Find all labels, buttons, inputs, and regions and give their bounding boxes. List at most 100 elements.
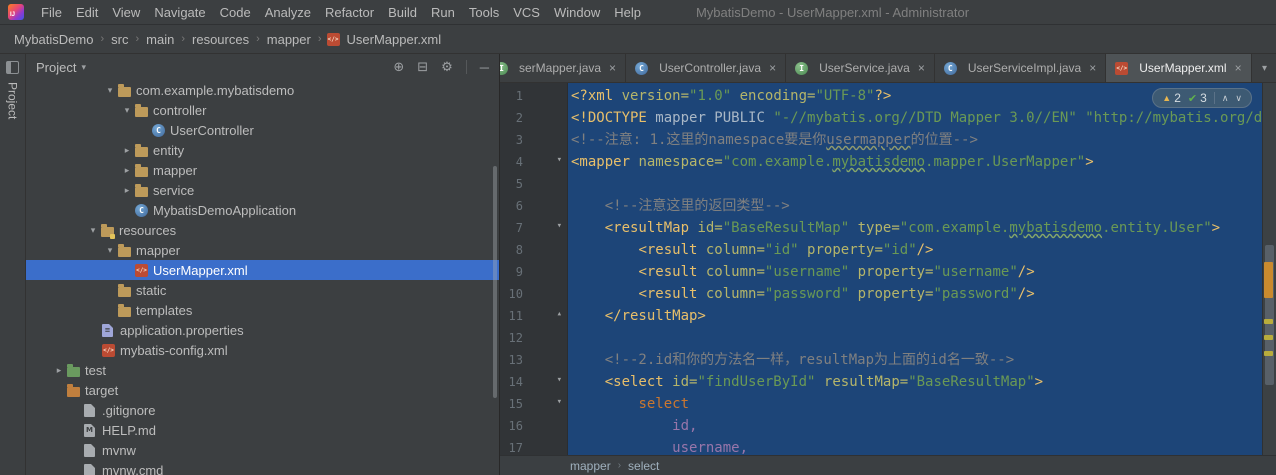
breadcrumb-separator-icon: › — [181, 33, 185, 45]
folder-icon — [118, 307, 131, 317]
tab-label: serMapper.java — [519, 61, 601, 75]
project-scrollbar[interactable] — [493, 166, 497, 398]
fold-up-icon[interactable]: ▴ — [557, 309, 562, 319]
menu-view[interactable]: View — [105, 2, 147, 23]
breadcrumb-item-main[interactable]: main — [144, 32, 176, 47]
tab-usermapper-xml[interactable]: </>UserMapper.xml× — [1106, 54, 1251, 82]
code-line[interactable]: <resultMap id="BaseResultMap" type="com.… — [571, 217, 1276, 239]
close-icon[interactable]: × — [1089, 61, 1096, 75]
chevron-right-icon[interactable]: ▸ — [119, 145, 135, 156]
warning-icon: ▲ — [1162, 93, 1171, 103]
tree-item-application-properties[interactable]: ≡application.properties — [26, 320, 499, 340]
tree-item-templates[interactable]: templates — [26, 300, 499, 320]
tab-usercontroller-java[interactable]: CUserController.java× — [626, 54, 786, 82]
close-icon[interactable]: × — [918, 61, 925, 75]
tree-item-mvnw-cmd[interactable]: mvnw.cmd — [26, 460, 499, 475]
hide-icon[interactable]: ─ — [480, 60, 489, 75]
next-issue-button[interactable]: ∨ — [1235, 93, 1242, 104]
tree-item-usercontroller[interactable]: CUserController — [26, 120, 499, 140]
tree-item-static[interactable]: static — [26, 280, 499, 300]
menu-edit[interactable]: Edit — [69, 2, 105, 23]
prev-issue-button[interactable]: ∧ — [1222, 93, 1229, 104]
tree-item-usermapper-xml[interactable]: </>UserMapper.xml — [26, 260, 499, 280]
tree-item-mvnw[interactable]: mvnw — [26, 440, 499, 460]
tree-item-entity[interactable]: ▸entity — [26, 140, 499, 160]
tree-item-mapper[interactable]: ▸mapper — [26, 160, 499, 180]
fold-down-icon[interactable]: ▾ — [557, 397, 562, 407]
tree-item-controller[interactable]: ▾controller — [26, 100, 499, 120]
code-line[interactable]: <!--注意: 1.这里的namespace要是你usermapper的位置--… — [571, 129, 1276, 151]
tree-item-mybatis-config-xml[interactable]: </>mybatis-config.xml — [26, 340, 499, 360]
breadcrumb-item-src[interactable]: src — [109, 32, 130, 47]
tab-userserviceimpl-java[interactable]: CUserServiceImpl.java× — [935, 54, 1106, 82]
close-icon[interactable]: × — [1235, 61, 1242, 75]
tab-list-dropdown-icon[interactable]: ▾ — [1253, 54, 1276, 82]
chevron-right-icon[interactable]: ▸ — [119, 165, 135, 176]
locate-icon[interactable]: ⊕ — [393, 59, 404, 75]
tab-sermapper-java[interactable]: IserMapper.java× — [500, 54, 626, 82]
error-stripe-scrollbar[interactable] — [1262, 83, 1276, 455]
fold-down-icon[interactable]: ▾ — [557, 155, 562, 165]
code-line[interactable]: <result column="username" property="user… — [571, 261, 1276, 283]
menu-help[interactable]: Help — [607, 2, 648, 23]
breadcrumb-item-usermapper-xml[interactable]: UserMapper.xml — [345, 32, 444, 47]
chevron-right-icon[interactable]: ▸ — [119, 185, 135, 196]
breadcrumb-item-resources[interactable]: resources — [190, 32, 251, 47]
code-line[interactable] — [571, 173, 1276, 195]
fold-down-icon[interactable]: ▾ — [557, 221, 562, 231]
code-line[interactable]: select — [571, 393, 1276, 415]
collapse-all-icon[interactable]: ⊟ — [417, 59, 428, 75]
menu-analyze[interactable]: Analyze — [258, 2, 318, 23]
code-line[interactable]: <select id="findUserById" resultMap="Bas… — [571, 371, 1276, 393]
code-line[interactable]: <!--2.id和你的方法名一样，resultMap为上面的id名一致--> — [571, 349, 1276, 371]
code-line[interactable]: </resultMap> — [571, 305, 1276, 327]
tree-item-com-example-mybatisdemo[interactable]: ▾com.example.mybatisdemo — [26, 80, 499, 100]
stripe-mark — [1264, 335, 1273, 340]
chevron-down-icon[interactable]: ▾ — [81, 62, 86, 73]
chevron-right-icon[interactable]: ▸ — [51, 365, 67, 376]
menu-code[interactable]: Code — [213, 2, 258, 23]
tree-item-resources[interactable]: ▾resources — [26, 220, 499, 240]
tree-item-help-md[interactable]: MHELP.md — [26, 420, 499, 440]
tree-item-mybatisdemoapplication[interactable]: CMybatisDemoApplication — [26, 200, 499, 220]
menu-file[interactable]: File — [34, 2, 69, 23]
settings-icon[interactable]: ⚙ — [441, 59, 453, 75]
chevron-down-icon[interactable]: ▾ — [102, 85, 118, 96]
tree-item-test[interactable]: ▸test — [26, 360, 499, 380]
tab-label: UserService.java — [819, 61, 910, 75]
close-icon[interactable]: × — [609, 61, 616, 75]
code-line[interactable]: <!DOCTYPE mapper PUBLIC "-//mybatis.org/… — [571, 107, 1276, 129]
editor-breadcrumb-select[interactable]: select — [628, 459, 659, 473]
chevron-down-icon[interactable]: ▾ — [119, 105, 135, 116]
menu-navigate[interactable]: Navigate — [147, 2, 212, 23]
menu-tools[interactable]: Tools — [462, 2, 506, 23]
code-line[interactable]: <mapper namespace="com.example.mybatisde… — [571, 151, 1276, 173]
code-line[interactable]: id, — [571, 415, 1276, 437]
inspections-widget[interactable]: ▲ 2 ✔ 3 ∧ ∨ — [1152, 88, 1252, 108]
tab-userservice-java[interactable]: IUserService.java× — [786, 54, 935, 82]
tree-item-target[interactable]: target — [26, 380, 499, 400]
menu-refactor[interactable]: Refactor — [318, 2, 381, 23]
menu-build[interactable]: Build — [381, 2, 424, 23]
tree-item-service[interactable]: ▸service — [26, 180, 499, 200]
code-line[interactable]: <result column="id" property="id"/> — [571, 239, 1276, 261]
code-line[interactable]: <!--注意这里的返回类型--> — [571, 195, 1276, 217]
code-line[interactable]: username, — [571, 437, 1276, 455]
breadcrumb-item-mapper[interactable]: mapper — [265, 32, 313, 47]
fold-down-icon[interactable]: ▾ — [557, 375, 562, 385]
tree-item-gitignore[interactable]: .gitignore — [26, 400, 499, 420]
menu-run[interactable]: Run — [424, 2, 462, 23]
code-area[interactable]: <?xml version="1.0" encoding="UTF-8"?><!… — [568, 83, 1276, 455]
code-line[interactable]: <result column="password" property="pass… — [571, 283, 1276, 305]
close-icon[interactable]: × — [769, 61, 776, 75]
breadcrumb-item-mybatisdemo[interactable]: MybatisDemo — [12, 32, 95, 47]
code-line[interactable] — [571, 327, 1276, 349]
menu-vcs[interactable]: VCS — [506, 2, 547, 23]
chevron-down-icon[interactable]: ▾ — [102, 245, 118, 256]
editor-breadcrumb-mapper[interactable]: mapper — [570, 459, 611, 473]
project-panel-title[interactable]: Project — [36, 60, 76, 75]
tree-item-mapper[interactable]: ▾mapper — [26, 240, 499, 260]
project-tool-window-button[interactable]: Project — [6, 82, 20, 119]
chevron-down-icon[interactable]: ▾ — [85, 225, 101, 236]
menu-window[interactable]: Window — [547, 2, 607, 23]
